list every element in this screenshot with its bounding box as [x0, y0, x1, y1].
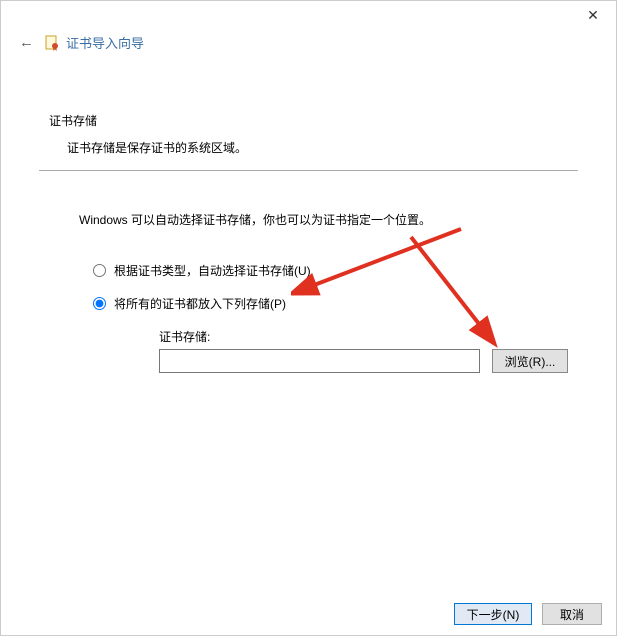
store-area: 证书存储: 浏览(R)... — [159, 328, 568, 373]
browse-button[interactable]: 浏览(R)... — [492, 349, 568, 373]
wizard-header: ← 证书导入向导 — [1, 31, 616, 52]
section-description: 证书存储是保存证书的系统区域。 — [67, 139, 568, 156]
wizard-window: ✕ ← 证书导入向导 证书存储 证书存储是保存证书的系统区域。 Windows … — [0, 0, 617, 636]
body-instruction: Windows 可以自动选择证书存储，你也可以为证书指定一个位置。 — [79, 211, 568, 228]
store-label: 证书存储: — [159, 328, 568, 345]
cancel-button[interactable]: 取消 — [542, 603, 602, 625]
radio-manual-select[interactable]: 将所有的证书都放入下列存储(P) — [93, 295, 568, 312]
section-title: 证书存储 — [49, 112, 568, 129]
close-icon[interactable]: ✕ — [584, 7, 602, 24]
radio-auto-select[interactable]: 根据证书类型，自动选择证书存储(U) — [93, 262, 568, 279]
titlebar: ✕ — [1, 1, 616, 31]
divider — [39, 170, 578, 171]
store-row: 浏览(R)... — [159, 349, 568, 373]
wizard-title: 证书导入向导 — [66, 33, 144, 52]
footer: 下一步(N) 取消 — [1, 593, 616, 635]
certificate-icon — [44, 35, 60, 51]
next-button[interactable]: 下一步(N) — [454, 603, 532, 625]
radio-group: 根据证书类型，自动选择证书存储(U) 将所有的证书都放入下列存储(P) 证书存储… — [93, 262, 568, 373]
radio-auto-input[interactable] — [93, 264, 106, 277]
store-input[interactable] — [159, 349, 480, 373]
back-arrow-icon[interactable]: ← — [19, 34, 34, 51]
content-area: 证书存储 证书存储是保存证书的系统区域。 Windows 可以自动选择证书存储，… — [1, 52, 616, 373]
radio-manual-input[interactable] — [93, 297, 106, 310]
radio-manual-label: 将所有的证书都放入下列存储(P) — [114, 295, 286, 312]
radio-auto-label: 根据证书类型，自动选择证书存储(U) — [114, 262, 311, 279]
